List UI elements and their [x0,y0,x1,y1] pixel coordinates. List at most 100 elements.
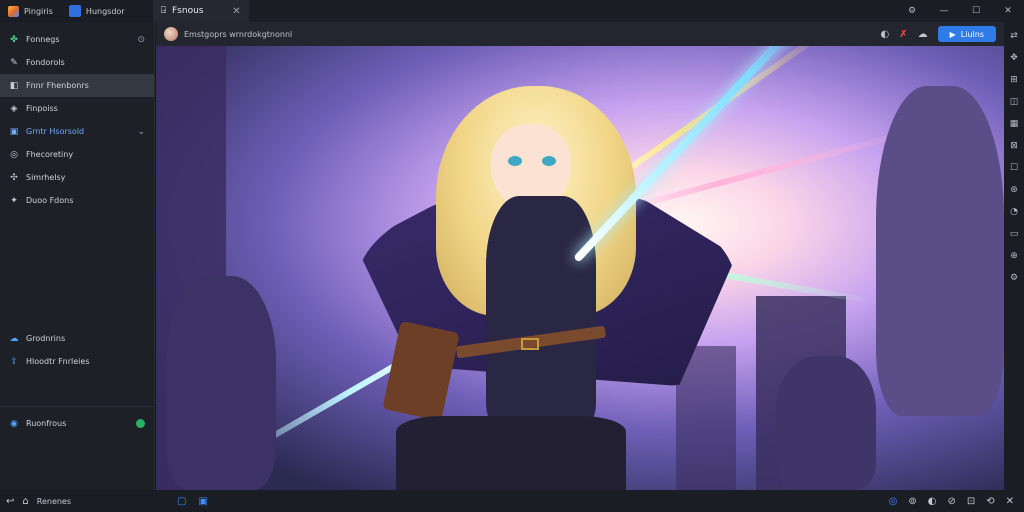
settings-icon[interactable]: ⚙ [896,0,928,22]
sidebar: ✤ Fonnegs ⊙ ✎ Fondorols ◧ Fnnr Fhenbonrs… [0,22,155,490]
play-icon: ▶ [949,29,956,39]
minimize-icon[interactable]: — [928,0,960,22]
sidebar-item-label: Grodnrins [26,334,66,343]
sidebar-item-label: Fhecoretiny [26,150,74,159]
window-controls: ⚙ — ☐ ✕ [896,0,1024,22]
pin-icon[interactable]: ✗ [899,29,907,40]
tab-active[interactable]: ⍈ Fsnous ✕ [152,0,249,22]
account-icon: ◉ [10,418,18,429]
rotate-icon[interactable]: ⟲ [986,496,994,507]
macro-icon[interactable]: ⊛ [1007,180,1021,200]
system-tray: ◎ ⊚ ◐ ⊘ ⊡ ⟲ ✕ [889,496,1018,507]
sidebar-divider [0,406,154,407]
title-bar: Pingiris Hungsdor ⍈ Fsnous ✕ ⚙ — ☐ ✕ [0,0,1024,22]
sidebar-item-label: Simrhelsy [26,173,66,182]
close-tab-icon[interactable]: ✕ [232,6,240,17]
content-title: Emstgoprs wrnrdokgtnonnl [184,29,293,39]
swap-icon[interactable]: ⇄ [1007,26,1021,46]
move-icon[interactable]: ✥ [1007,48,1021,68]
sidebar-item-9[interactable]: ☁ Grodnrins [0,327,154,350]
multi-window-icon[interactable]: ▣ [198,496,207,507]
volume-icon[interactable]: ◐ [928,496,937,507]
bottom-mid-controls: ▢ ▣ [177,496,208,507]
sidebar-item-1[interactable]: ✤ Fonnegs ⊙ [0,28,154,51]
tab-secondary-label: Hungsdor [85,6,125,16]
sidebar-item-label: Finpoiss [26,104,58,113]
block-icon[interactable]: ⊘ [947,496,955,507]
sidebar-item-4[interactable]: ◈ Finpoiss [0,97,154,120]
sidebar-item-label: Fnnr Fhenbonrs [26,81,89,90]
info-icon[interactable]: ⊙ [137,35,145,45]
hero-pouch [382,320,460,422]
app-logo-icon [8,5,19,17]
folder-icon: ▣ [9,126,19,137]
hero-armor [486,196,596,426]
tools-icon: ✎ [10,57,18,68]
close-window-icon[interactable]: ✕ [992,0,1024,22]
ally-back-figure [776,356,876,490]
sidebar-item-10[interactable]: ⇪ Hloodtr Fnrleies [0,350,154,373]
chat-icon: ◈ [10,103,18,114]
keyboard-icon[interactable]: ▦ [1007,114,1021,134]
avatar[interactable] [164,27,178,41]
account-item[interactable]: ◉ Ruonfrous [0,412,154,435]
hero-eye-left [508,156,522,166]
right-tool-rail: ⇄ ✥ ⊞ ◫ ▦ ⊠ ☐ ⊛ ◔ ▭ ⊕ ⚙ [1004,22,1024,490]
app-tab[interactable]: Pingiris [0,0,61,22]
toolbar-actions: ◐ ✗ ☁ ▶ Liulns [881,26,996,42]
ally-left-figure [166,276,276,490]
tab-active-label: Fsnous [172,6,204,16]
primary-action-label: Liulns [960,29,984,39]
gear-icon[interactable]: ⚙ [1007,268,1021,288]
maximize-icon[interactable]: ☐ [960,0,992,22]
split-icon[interactable]: ◫ [1007,92,1021,112]
hero-eye-right [542,156,556,166]
screenshot-icon[interactable]: ⊠ [1007,136,1021,156]
online-status-dot [136,419,145,428]
store-icon [68,5,81,17]
recent-apps-icon[interactable]: ▢ [177,496,186,507]
sidebar-item-7[interactable]: ✣ Simrhelsy [0,166,154,189]
expand-icon[interactable]: ✕ [1006,496,1014,507]
ally-right-figure [876,86,1004,416]
settings-wheel-icon: ◎ [10,149,18,160]
timer-icon[interactable]: ◔ [1007,202,1021,222]
grid-icon[interactable]: ⊞ [1007,70,1021,90]
add-icon[interactable]: ⊕ [1007,246,1021,266]
home-icon[interactable]: ⌂ [22,496,28,507]
gamepad-icon[interactable]: ⊚ [908,496,916,507]
window-icon[interactable]: ☐ [1007,158,1021,178]
content-toolbar: Emstgoprs wrnrdokgtnonnl ◐ ✗ ☁ ▶ Liulns [156,22,1004,46]
chevron-down-icon[interactable]: ⌄ [137,127,145,137]
hero-legs [396,416,626,490]
capture-icon[interactable]: ⊡ [967,496,975,507]
theme-icon[interactable]: ◐ [881,29,890,40]
paw-icon: ✦ [10,195,18,206]
back-icon[interactable]: ↩ [6,496,14,507]
sidebar-item-5[interactable]: ▣ Grntr Hsorsold ⌄ [0,120,154,143]
shuffle-icon: ✣ [10,172,18,183]
sidebar-item-label: Duoo Fdons [26,196,74,205]
belt-buckle [521,338,539,350]
sidebar-item-label: Fonnegs [26,35,60,44]
sidebar-item-8[interactable]: ✦ Duoo Fdons [0,189,154,212]
account-label: Ruonfrous [26,419,67,428]
bottom-bar: ↩ ⌂ Renenes ▢ ▣ ◎ ⊚ ◐ ⊘ ⊡ ⟲ ✕ [0,490,1024,512]
upload-icon: ⇪ [10,356,18,367]
display-icon[interactable]: ▭ [1007,224,1021,244]
sidebar-item-6[interactable]: ◎ Fhecoretiny [0,143,154,166]
sidebar-item-label: Hloodtr Fnrleies [26,357,90,366]
sidebar-item-3[interactable]: ◧ Fnnr Fhenbonrs [0,74,154,97]
cloud-sync-icon[interactable]: ☁ [918,29,928,40]
app-name: Pingiris [24,6,53,16]
home-label[interactable]: Renenes [37,497,71,506]
sidebar-item-label: Fondorols [26,58,65,67]
sidebar-item-2[interactable]: ✎ Fondorols [0,51,154,74]
location-icon[interactable]: ◎ [889,496,898,507]
game-artwork[interactable] [156,46,1004,490]
primary-action-button[interactable]: ▶ Liulns [937,26,996,42]
sidebar-item-label: Grntr Hsorsold [26,127,85,136]
tab-secondary[interactable]: Hungsdor [61,0,133,22]
bookmark-icon: ⍈ [160,6,166,16]
cloud-icon: ☁ [9,333,19,344]
